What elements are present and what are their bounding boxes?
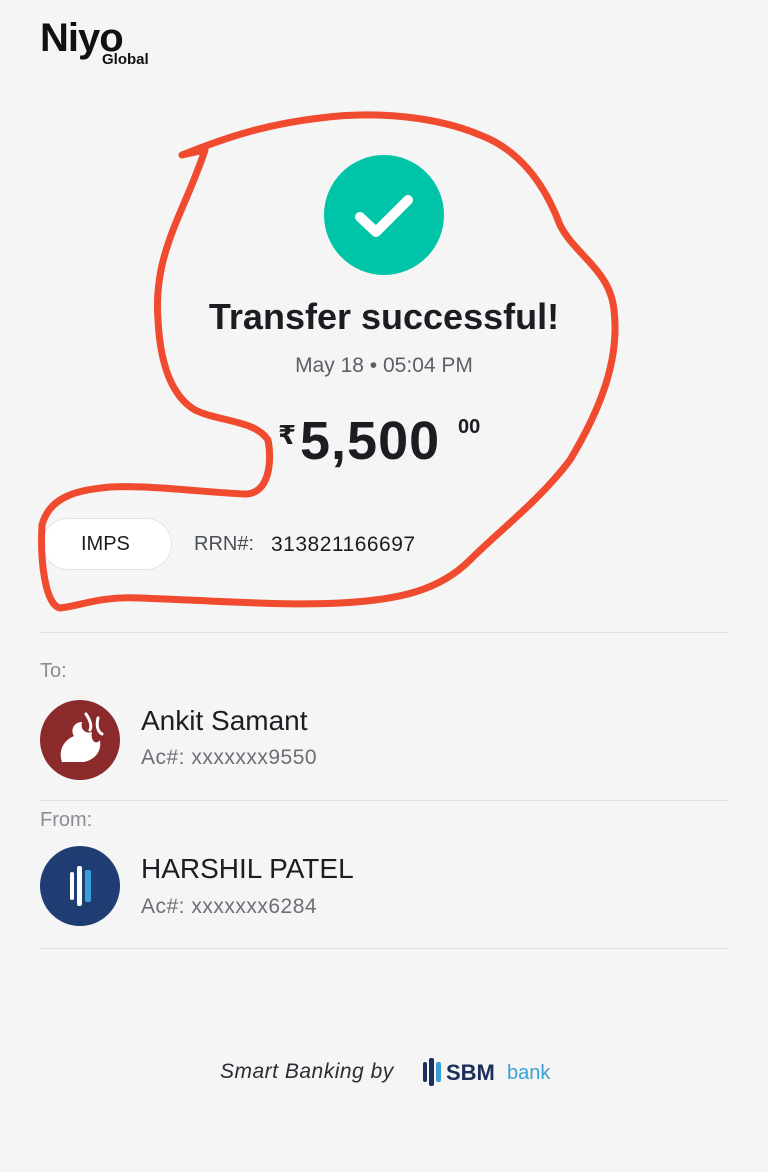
amount-value: 5,500: [300, 411, 441, 471]
bank-logo-icon: [40, 700, 120, 780]
transfer-status-title: Transfer successful!: [208, 296, 560, 337]
rrn-label: RRN#:: [194, 533, 255, 555]
to-label: To:: [40, 660, 67, 682]
sender-name: HARSHIL PATEL: [141, 853, 354, 884]
rrn-value: 313821166697: [271, 533, 416, 556]
footer-bank-suffix: bank: [507, 1062, 551, 1084]
logo-sub-text: Global: [102, 51, 149, 68]
amount-decimal: 00: [458, 416, 481, 438]
footer-tagline: Smart Banking by: [220, 1060, 394, 1083]
success-check-icon: [324, 155, 444, 275]
transfer-mode-badge: IMPS: [42, 518, 172, 570]
divider: [40, 632, 728, 633]
transfer-mode-label: IMPS: [81, 533, 130, 555]
footer-bank-name: SBM: [446, 1060, 495, 1085]
transfer-datetime: May 18 • 05:04 PM: [295, 354, 473, 377]
recipient-account: Ac#: xxxxxxx9550: [141, 746, 318, 769]
sender-account: Ac#: xxxxxxx6284: [141, 895, 318, 918]
niyo-global-logo: Niyo Global: [40, 18, 170, 74]
divider: [40, 800, 728, 801]
from-label: From:: [40, 809, 93, 831]
sbm-bank-logo-icon: [40, 846, 120, 926]
sbm-logo-icon: [421, 1056, 443, 1088]
divider: [40, 948, 728, 949]
currency-symbol: ₹: [278, 420, 297, 450]
recipient-name: Ankit Samant: [141, 705, 308, 736]
